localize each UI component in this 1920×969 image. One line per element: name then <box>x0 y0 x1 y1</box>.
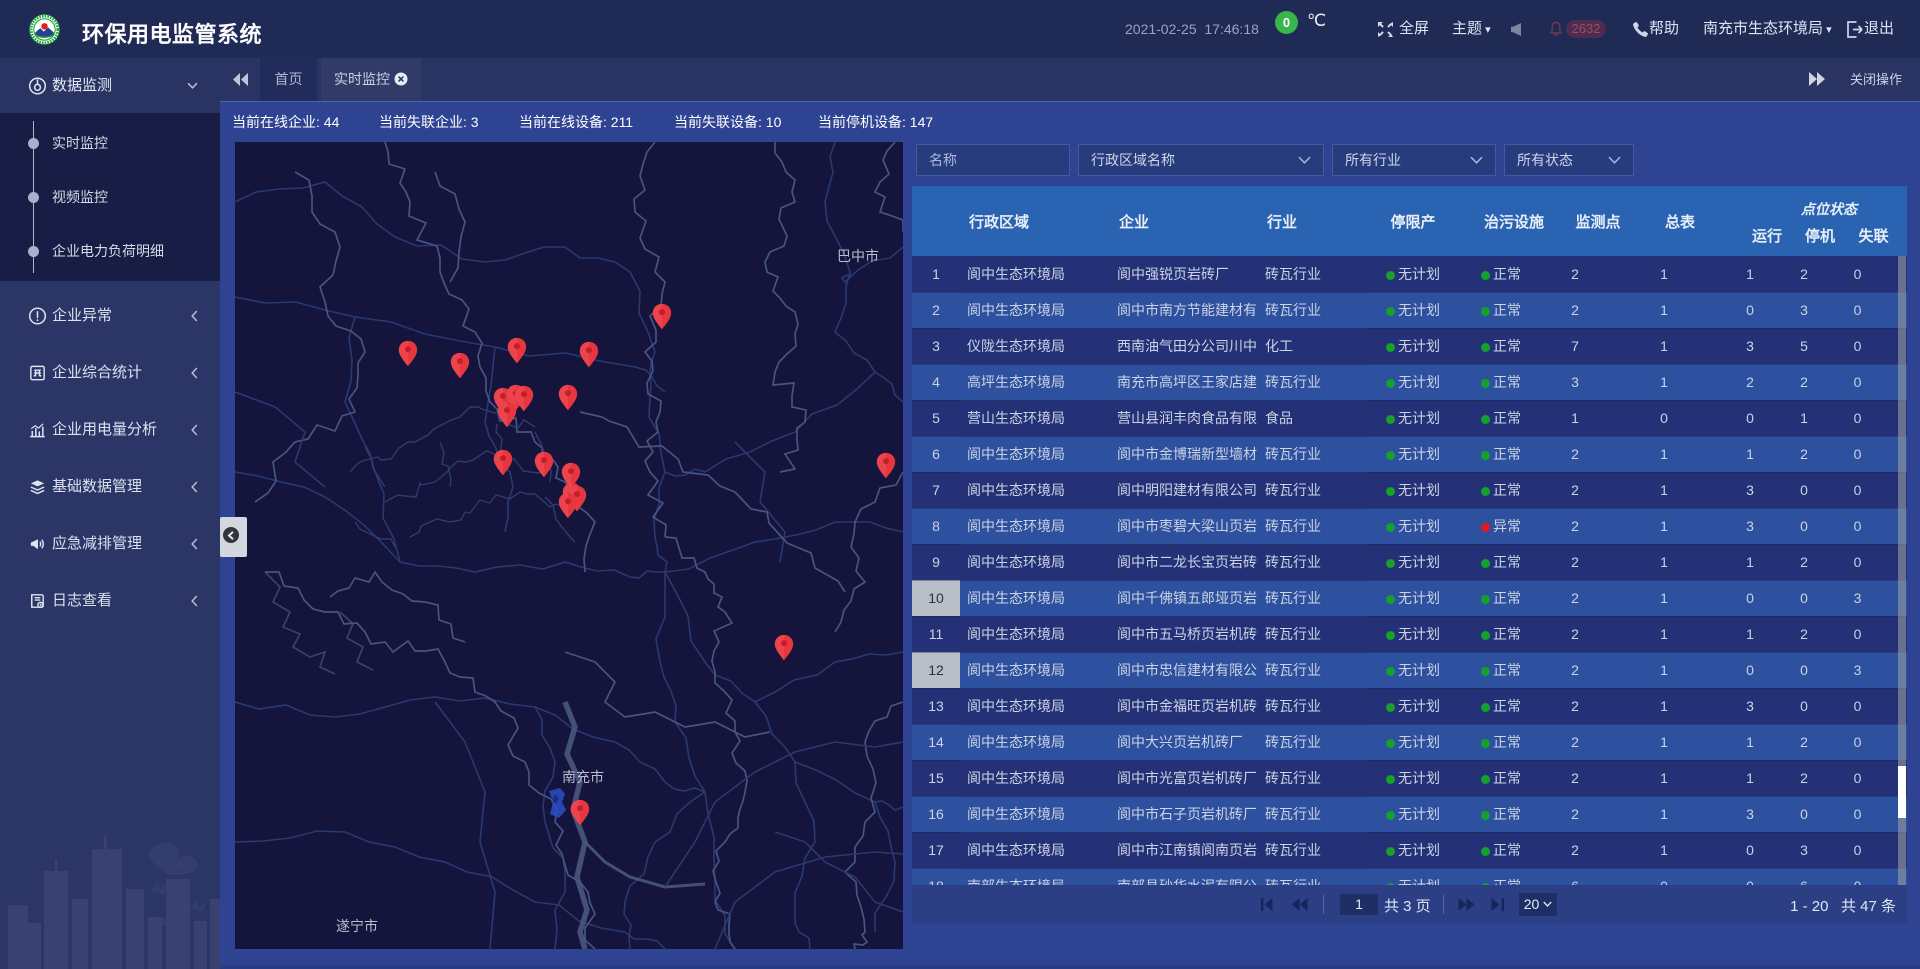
svg-text:遂宁市: 遂宁市 <box>336 918 378 934</box>
svg-text:巴中市: 巴中市 <box>837 248 879 264</box>
svg-text:南充市: 南充市 <box>562 769 604 785</box>
